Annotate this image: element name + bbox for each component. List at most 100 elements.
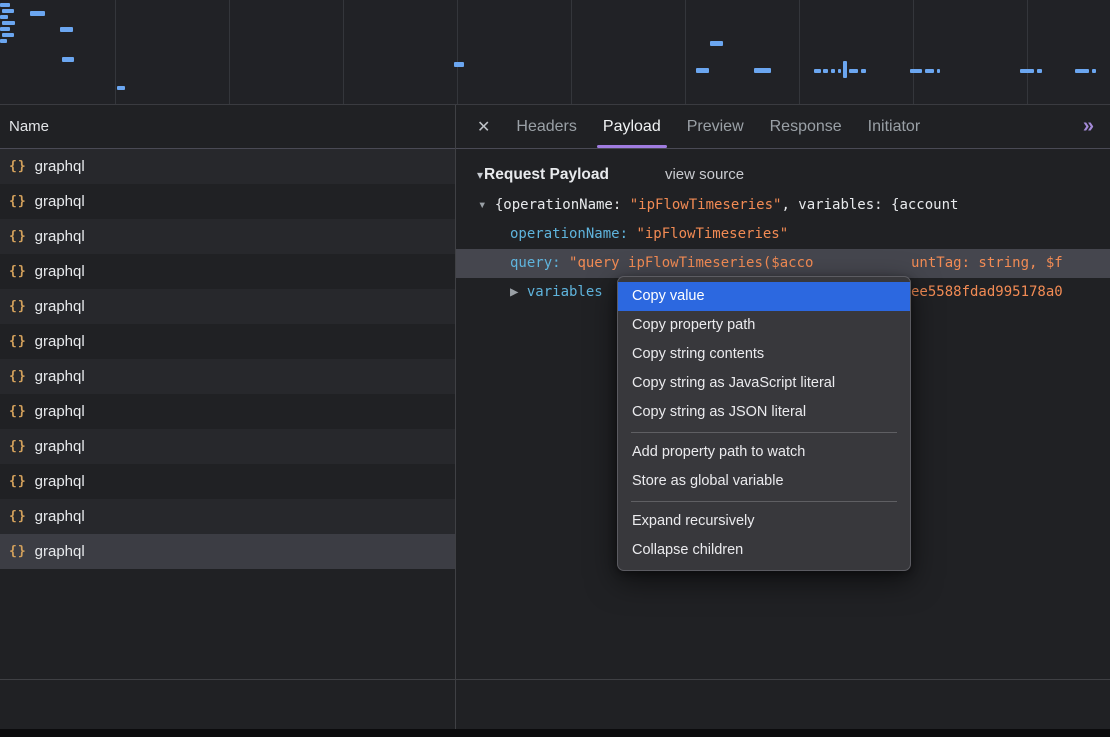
json-file-icon: {} bbox=[9, 299, 27, 314]
overview-activity-bar bbox=[1037, 69, 1042, 73]
overview-gridline bbox=[115, 0, 116, 104]
network-overview[interactable] bbox=[0, 0, 1110, 105]
request-payload-title: Request Payload bbox=[484, 166, 609, 184]
network-request-row[interactable]: {} graphql bbox=[0, 359, 455, 394]
request-name: graphql bbox=[35, 473, 85, 490]
json-file-icon: {} bbox=[9, 404, 27, 419]
json-file-icon: {} bbox=[9, 509, 27, 524]
network-panel-main: Name {}graphql{}graphql{}graphql{}graphq… bbox=[0, 105, 1110, 729]
overview-activity-bar bbox=[849, 69, 858, 73]
tab-headers[interactable]: Headers bbox=[503, 105, 589, 148]
overview-gridline bbox=[1027, 0, 1028, 104]
network-request-row[interactable]: {} graphql bbox=[0, 534, 455, 569]
request-payload-header: ▾ Request Payload view source bbox=[456, 166, 1110, 184]
payload-tree-row[interactable]: ▾ {operationName: "ipFlowTimeseries", va… bbox=[456, 191, 1110, 220]
menu-item-copy-property-path[interactable]: Copy property path bbox=[618, 311, 910, 340]
overview-activity-bar bbox=[838, 69, 841, 73]
overview-activity-bar bbox=[814, 69, 821, 73]
overview-gridline bbox=[229, 0, 230, 104]
overview-activity-bar bbox=[454, 62, 464, 67]
payload-token: , variables: {account bbox=[781, 197, 958, 213]
network-request-row[interactable]: {} graphql bbox=[0, 499, 455, 534]
request-name: graphql bbox=[35, 193, 85, 210]
overview-activity-bar bbox=[1092, 69, 1096, 73]
network-request-row[interactable]: {}graphql bbox=[0, 394, 455, 429]
overview-gridline bbox=[457, 0, 458, 104]
payload-token: operationName: bbox=[510, 226, 636, 242]
menu-item-collapse-children[interactable]: Collapse children bbox=[618, 536, 910, 565]
network-request-row[interactable]: {} graphql bbox=[0, 149, 455, 184]
overview-activity-bar bbox=[2, 33, 14, 37]
network-request-list-panel: Name {}graphql{}graphql{}graphql{}graphq… bbox=[0, 105, 456, 729]
json-file-icon: {} bbox=[9, 474, 27, 489]
network-request-row[interactable]: {} graphql bbox=[0, 464, 455, 499]
menu-item-expand-recursively[interactable]: Expand recursively bbox=[618, 507, 910, 536]
overview-activity-bar bbox=[925, 69, 934, 73]
menu-item-store-as-global-variable[interactable]: Store as global variable bbox=[618, 467, 910, 496]
payload-tree-row[interactable]: query: "query ipFlowTimeseries($accountT… bbox=[456, 249, 1110, 278]
menu-separator bbox=[631, 501, 897, 502]
payload-token: "ipFlowTimeseries" bbox=[636, 226, 788, 242]
menu-item-copy-string-as-javascript-literal[interactable]: Copy string as JavaScript literal bbox=[618, 369, 910, 398]
menu-item-copy-string-as-json-literal[interactable]: Copy string as JSON literal bbox=[618, 398, 910, 427]
request-name: graphql bbox=[35, 543, 85, 560]
overview-activity-bar bbox=[62, 57, 74, 62]
more-tabs-button[interactable]: » bbox=[1067, 115, 1110, 138]
overview-activity-bar bbox=[937, 69, 940, 73]
menu-item-add-property-path-to-watch[interactable]: Add property path to watch bbox=[618, 438, 910, 467]
menu-separator bbox=[631, 432, 897, 433]
overview-activity-bar bbox=[0, 27, 10, 31]
overview-activity-bar bbox=[1075, 69, 1089, 73]
menu-item-copy-string-contents[interactable]: Copy string contents bbox=[618, 340, 910, 369]
json-file-icon: {} bbox=[9, 194, 27, 209]
overview-activity-bar bbox=[696, 68, 709, 73]
network-request-row[interactable]: {} graphql bbox=[0, 184, 455, 219]
network-request-row[interactable]: {}graphql bbox=[0, 254, 455, 289]
overview-activity-bar bbox=[710, 41, 723, 46]
view-source-link[interactable]: view source bbox=[665, 166, 744, 183]
payload-token: "query ipFlowTimeseries($acco bbox=[569, 255, 813, 271]
payload-token-tail: ee5588fdad995178a0 bbox=[911, 278, 1063, 307]
devtools-window: Name {}graphql{}graphql{}graphql{}graphq… bbox=[0, 0, 1110, 737]
disclosure-triangle: ▶ bbox=[510, 284, 527, 300]
payload-tree-row[interactable]: operationName: "ipFlowTimeseries" bbox=[456, 220, 1110, 249]
tab-payload[interactable]: Payload bbox=[590, 105, 674, 148]
request-rows: {} graphql {} graphql {} graphql {} graphql {} gr… bbox=[0, 149, 455, 729]
json-file-icon: {} bbox=[9, 544, 27, 559]
overview-gridline bbox=[913, 0, 914, 104]
details-tabbar: ✕ HeadersPayloadPreviewResponseInitiator… bbox=[456, 105, 1110, 149]
menu-item-copy-value[interactable]: Copy value bbox=[618, 282, 910, 311]
overview-activity-bar bbox=[2, 9, 14, 13]
request-payload-disclosure-triangle[interactable]: ▾ bbox=[477, 168, 483, 182]
network-request-row[interactable]: {}graphql bbox=[0, 289, 455, 324]
tab-response[interactable]: Response bbox=[757, 105, 855, 148]
json-file-icon: {} bbox=[9, 159, 27, 174]
overview-activity-bar bbox=[910, 69, 922, 73]
request-name: graphql bbox=[35, 508, 85, 525]
close-details-button[interactable]: ✕ bbox=[464, 117, 503, 137]
overview-gridline bbox=[571, 0, 572, 104]
overview-activity-bar bbox=[117, 86, 125, 90]
tab-preview[interactable]: Preview bbox=[674, 105, 757, 148]
payload-token-tail: untTag: string, $f bbox=[911, 249, 1063, 278]
network-request-row[interactable]: {}graphql bbox=[0, 324, 455, 359]
network-request-row[interactable]: {}graphql bbox=[0, 429, 455, 464]
json-file-icon: {} bbox=[9, 369, 27, 384]
disclosure-triangle: ▾ bbox=[478, 197, 495, 213]
overview-activity-bar bbox=[823, 69, 828, 73]
overview-activity-bar bbox=[0, 3, 10, 7]
tab-initiator[interactable]: Initiator bbox=[855, 105, 933, 148]
window-bottom-edge bbox=[0, 729, 1110, 737]
overview-gridline bbox=[685, 0, 686, 104]
json-file-icon: {} bbox=[9, 334, 27, 349]
overview-activity-bar bbox=[2, 21, 15, 25]
column-header-label: Name bbox=[9, 118, 49, 135]
overview-activity-bar bbox=[831, 69, 835, 73]
network-request-row[interactable]: {}graphql bbox=[0, 219, 455, 254]
overview-activity-bar bbox=[0, 15, 8, 19]
overview-activity-bar bbox=[0, 39, 7, 43]
request-name: graphql bbox=[35, 368, 85, 385]
column-header-name[interactable]: Name bbox=[0, 105, 455, 149]
request-name: graphql bbox=[35, 158, 85, 175]
overview-gridline bbox=[343, 0, 344, 104]
